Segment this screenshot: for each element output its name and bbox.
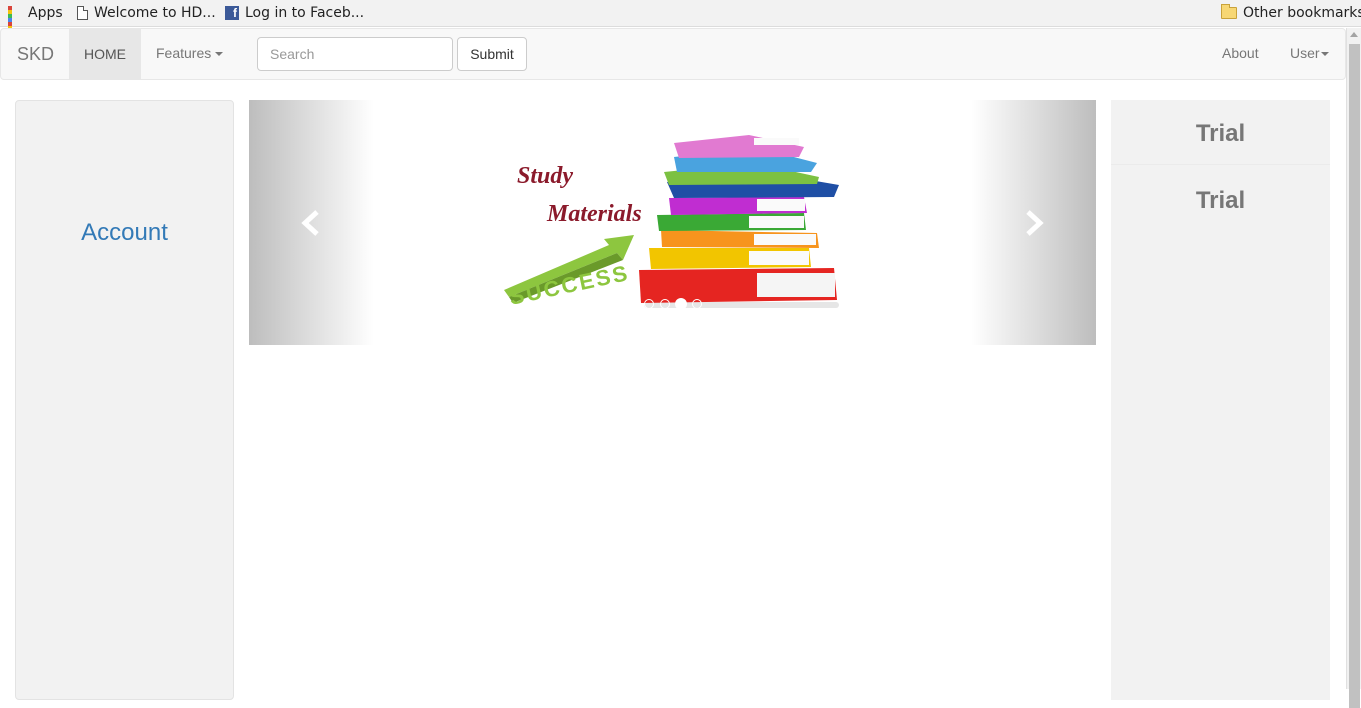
divider bbox=[1111, 164, 1330, 165]
scrollbar-thumb[interactable] bbox=[1349, 44, 1360, 708]
bookmark-welcome[interactable]: Welcome to HD... bbox=[77, 4, 216, 22]
page-icon bbox=[77, 6, 88, 20]
bookmark-label: Welcome to HD... bbox=[94, 5, 216, 21]
nav-home[interactable]: HOME bbox=[69, 29, 141, 79]
carousel-indicator[interactable] bbox=[644, 299, 654, 309]
bookmarks-bar: Apps Welcome to HD... f Log in to Faceb.… bbox=[0, 0, 1361, 42]
left-panel: Account bbox=[15, 100, 234, 700]
trial-item[interactable]: Trial bbox=[1111, 120, 1330, 148]
scroll-up-icon[interactable] bbox=[1350, 32, 1358, 37]
account-link[interactable]: Account bbox=[16, 219, 233, 247]
carousel-indicator[interactable] bbox=[660, 299, 670, 309]
caret-down-icon bbox=[1320, 52, 1329, 57]
bookmark-label: Log in to Faceb... bbox=[245, 5, 365, 21]
bookmark-other[interactable]: Other bookmarks bbox=[1221, 4, 1361, 22]
carousel-indicators bbox=[644, 298, 704, 311]
nav-features-label: Features bbox=[156, 45, 212, 61]
facebook-icon: f bbox=[225, 6, 239, 20]
carousel-indicator[interactable] bbox=[692, 299, 702, 309]
chevron-right-icon[interactable] bbox=[1022, 208, 1046, 238]
nav-about[interactable]: About bbox=[1222, 45, 1259, 61]
folder-icon bbox=[1221, 4, 1237, 19]
carousel-indicator-active[interactable] bbox=[675, 298, 687, 310]
slide-title-materials: Materials bbox=[546, 201, 642, 227]
nav-features-dropdown[interactable]: Features bbox=[156, 45, 224, 61]
trial-item[interactable]: Trial bbox=[1111, 187, 1330, 215]
apps-grid-icon bbox=[8, 6, 22, 42]
navbar: SKD HOME Features Submit About User bbox=[0, 28, 1346, 80]
bookmark-label: Apps bbox=[28, 5, 63, 21]
carousel: SUCCESS Study Materials bbox=[249, 100, 1096, 345]
submit-button[interactable]: Submit bbox=[457, 37, 527, 71]
search-input[interactable] bbox=[257, 37, 453, 71]
bookmark-apps[interactable]: Apps bbox=[8, 4, 63, 42]
right-panel: Trial Trial bbox=[1111, 100, 1330, 700]
chevron-left-icon[interactable] bbox=[299, 208, 323, 238]
study-materials-slide-image: SUCCESS Study Materials bbox=[504, 135, 839, 310]
bookmark-label: Other bookmarks bbox=[1243, 5, 1361, 21]
scrollbar[interactable] bbox=[1346, 28, 1361, 708]
brand[interactable]: SKD bbox=[17, 44, 54, 65]
bookmark-facebook[interactable]: f Log in to Faceb... bbox=[225, 4, 364, 22]
caret-down-icon bbox=[215, 52, 224, 57]
nav-user-label: User bbox=[1290, 45, 1320, 61]
nav-user-dropdown[interactable]: User bbox=[1290, 45, 1329, 61]
slide-title-study: Study bbox=[517, 163, 573, 189]
